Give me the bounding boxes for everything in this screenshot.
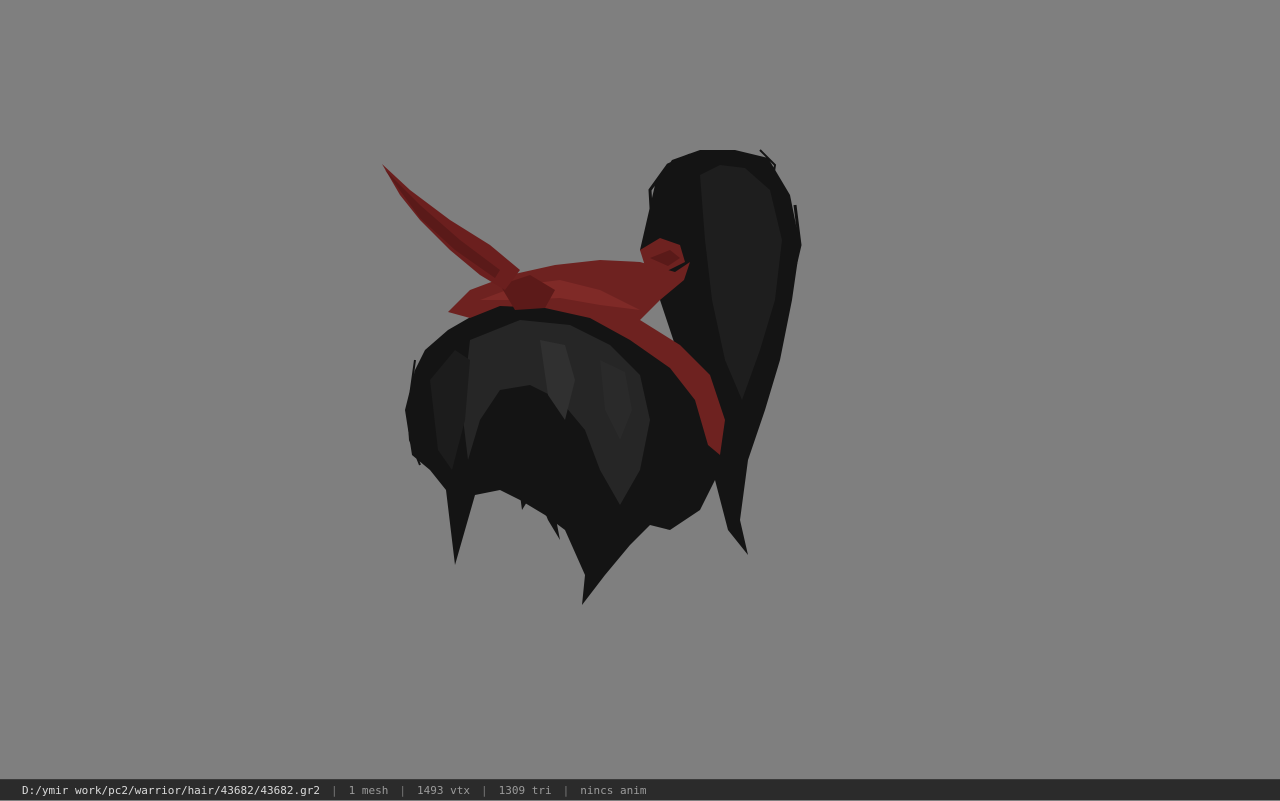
status-separator: | — [562, 783, 570, 797]
animation-status-label: nincs anim — [580, 783, 647, 797]
hair-model-render — [382, 149, 802, 605]
mesh-count-label: 1 mesh — [348, 783, 389, 797]
status-bar: D:/ymir work/pc2/warrior/hair/43682/4368… — [0, 779, 1280, 800]
status-separator: | — [331, 783, 338, 797]
hair-mesh — [405, 149, 802, 605]
3d-viewport[interactable] — [0, 0, 1280, 779]
vertex-count-label: 1493 vtx — [417, 783, 470, 797]
triangle-count-label: 1309 tri — [498, 783, 552, 797]
status-separator: | — [399, 783, 407, 797]
file-path-label: D:/ymir work/pc2/warrior/hair/43682/4368… — [22, 783, 321, 797]
status-separator: | — [481, 783, 488, 797]
